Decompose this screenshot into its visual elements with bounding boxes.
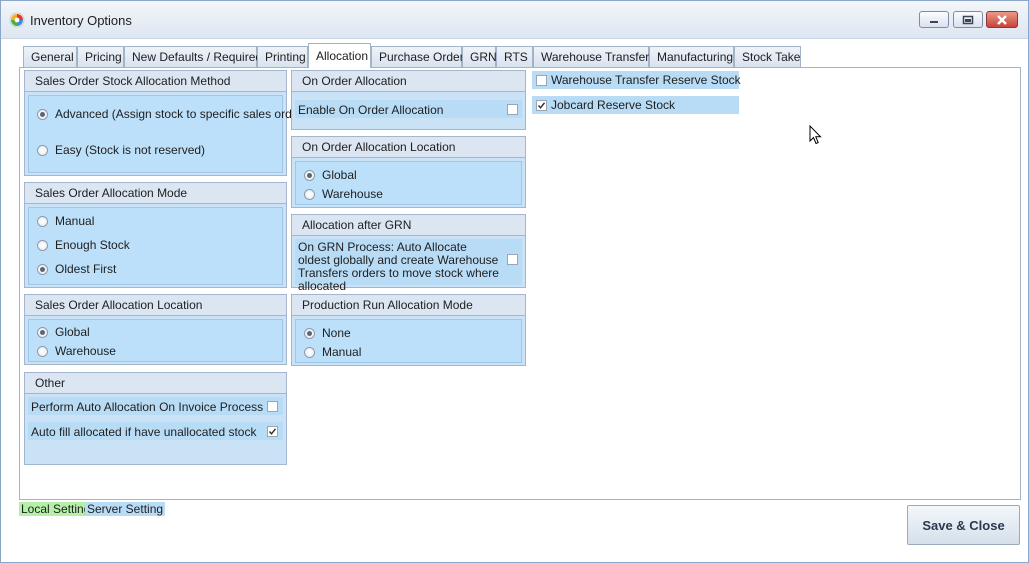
checkbox-label: Warehouse Transfer Reserve Stock	[551, 73, 741, 87]
checkbox-auto-allocation-invoice[interactable]	[267, 401, 278, 412]
group-on-order-allocation: On Order Allocation Enable On Order Allo…	[291, 70, 526, 130]
tab-warehouse-transfer[interactable]: Warehouse Transfer	[533, 46, 649, 68]
group-other: Other Perform Auto Allocation On Invoice…	[24, 372, 287, 465]
radio-option-none[interactable]: None	[304, 325, 351, 341]
radio-label: Warehouse	[322, 187, 383, 201]
checkbox-label: Jobcard Reserve Stock	[551, 98, 676, 112]
radio-label: Manual	[55, 214, 95, 228]
inventory-options-window: Inventory Options General Pricing New De…	[0, 0, 1029, 563]
group-body: Global Warehouse	[295, 161, 522, 205]
group-title: On Order Allocation	[292, 71, 525, 92]
checkmark-icon	[537, 101, 546, 109]
radio-option-advanced[interactable]: Advanced (Assign stock to specific sales…	[37, 106, 306, 122]
radio-option-global[interactable]: Global	[37, 324, 90, 340]
tab-purchase-order[interactable]: Purchase Order	[371, 46, 464, 68]
group-title: Sales Order Stock Allocation Method	[25, 71, 286, 92]
radio-label: Advanced (Assign stock to specific sales…	[55, 107, 307, 121]
legend-local-setting: Local Setting	[19, 502, 93, 516]
group-title: Other	[25, 373, 286, 394]
tab-grn[interactable]: GRN	[462, 46, 497, 68]
tab-manufacturing[interactable]: Manufacturing	[649, 46, 734, 68]
radio-option-manual[interactable]: Manual	[37, 213, 94, 229]
option-warehouse-transfer-reserve-stock[interactable]: Warehouse Transfer Reserve Stock	[536, 72, 741, 88]
checkmark-icon	[268, 428, 277, 435]
radio-button[interactable]	[37, 144, 48, 156]
tab-new-defaults-required[interactable]: New Defaults / Required	[124, 46, 262, 68]
checkbox-warehouse-transfer-reserve-stock[interactable]	[536, 74, 547, 86]
radio-button[interactable]	[304, 169, 315, 181]
group-body: Advanced (Assign stock to specific sales…	[28, 95, 306, 173]
tab-allocation[interactable]: Allocation	[308, 43, 371, 68]
radio-option-warehouse[interactable]: Warehouse	[37, 343, 116, 359]
close-button[interactable]	[986, 11, 1018, 28]
radio-label: Warehouse	[55, 344, 116, 358]
radio-button[interactable]	[37, 345, 48, 357]
radio-label: Global	[55, 325, 90, 339]
radio-option-manual[interactable]: Manual	[304, 344, 361, 360]
restore-button[interactable]	[953, 11, 983, 28]
tab-stock-take[interactable]: Stock Take	[734, 46, 801, 68]
radio-option-enough-stock[interactable]: Enough Stock	[37, 237, 130, 253]
radio-button[interactable]	[37, 215, 48, 227]
checkbox-label: Auto fill allocated if have unallocated …	[31, 425, 257, 439]
restore-icon	[962, 15, 974, 24]
radio-label: Easy (Stock is not reserved)	[55, 143, 206, 157]
save-and-close-button[interactable]: Save & Close	[907, 505, 1020, 545]
option-jobcard-reserve-stock[interactable]: Jobcard Reserve Stock	[536, 97, 675, 113]
radio-option-easy[interactable]: Easy (Stock is not reserved)	[37, 142, 205, 158]
radio-label: Enough Stock	[55, 238, 130, 252]
app-logo-icon	[9, 12, 25, 28]
checkbox-label: Enable On Order Allocation	[298, 103, 444, 117]
tab-rts[interactable]: RTS	[496, 46, 533, 68]
radio-button[interactable]	[37, 326, 48, 338]
minimize-icon	[930, 20, 938, 23]
radio-button[interactable]	[304, 346, 315, 358]
checkbox-auto-fill-allocated[interactable]	[267, 426, 278, 437]
checkbox-label: Perform Auto Allocation On Invoice Proce…	[31, 400, 264, 414]
checkbox-enable-on-order-allocation[interactable]	[507, 104, 518, 115]
option-auto-fill-allocated[interactable]: Auto fill allocated if have unallocated …	[31, 424, 256, 440]
tab-pricing[interactable]: Pricing	[77, 46, 124, 68]
group-production-run-allocation-mode: Production Run Allocation Mode None Manu…	[291, 294, 526, 366]
title-bar: Inventory Options	[1, 1, 1028, 39]
group-body: None Manual	[295, 319, 522, 363]
close-icon	[997, 14, 1007, 25]
radio-button[interactable]	[37, 263, 48, 275]
radio-label: Manual	[322, 345, 362, 359]
radio-button[interactable]	[37, 108, 48, 120]
group-body: Manual Enough Stock Oldest First	[28, 207, 283, 285]
legend-server-setting: Server Setting	[85, 502, 166, 516]
group-title: Sales Order Allocation Location	[25, 295, 286, 316]
group-title: Allocation after GRN	[292, 215, 525, 236]
group-body: Global Warehouse	[28, 319, 283, 362]
minimize-button[interactable]	[919, 11, 949, 28]
radio-option-warehouse[interactable]: Warehouse	[304, 186, 383, 202]
group-title: Production Run Allocation Mode	[292, 295, 525, 316]
radio-label: Oldest First	[55, 262, 117, 276]
group-sales-order-stock-allocation-method: Sales Order Stock Allocation Method Adva…	[24, 70, 306, 176]
tab-printing[interactable]: Printing	[257, 46, 308, 68]
checkbox-grn-auto-allocate[interactable]	[507, 254, 518, 265]
group-title: Sales Order Allocation Mode	[25, 183, 286, 204]
radio-label: Global	[322, 168, 357, 182]
checkbox-jobcard-reserve-stock[interactable]	[536, 99, 547, 111]
label-grn-auto-allocate: On GRN Process: Auto Allocate oldest glo…	[298, 240, 499, 293]
radio-button[interactable]	[304, 327, 315, 339]
option-enable-on-order-allocation[interactable]: Enable On Order Allocation	[298, 102, 443, 118]
radio-button[interactable]	[304, 188, 315, 200]
radio-label: None	[322, 326, 351, 340]
group-title: On Order Allocation Location	[292, 137, 525, 158]
radio-button[interactable]	[37, 239, 48, 251]
radio-option-global[interactable]: Global	[304, 167, 357, 183]
option-auto-allocation-invoice[interactable]: Perform Auto Allocation On Invoice Proce…	[31, 399, 263, 415]
group-sales-order-allocation-mode: Sales Order Allocation Mode Manual Enoug…	[24, 182, 287, 288]
group-on-order-allocation-location: On Order Allocation Location Global Ware…	[291, 136, 526, 208]
group-sales-order-allocation-location: Sales Order Allocation Location Global W…	[24, 294, 287, 365]
window-title: Inventory Options	[30, 13, 132, 28]
tab-general[interactable]: General	[23, 46, 77, 68]
mouse-pointer-icon	[809, 125, 822, 145]
radio-option-oldest-first[interactable]: Oldest First	[37, 261, 116, 277]
group-allocation-after-grn: Allocation after GRN On GRN Process: Aut…	[291, 214, 526, 293]
